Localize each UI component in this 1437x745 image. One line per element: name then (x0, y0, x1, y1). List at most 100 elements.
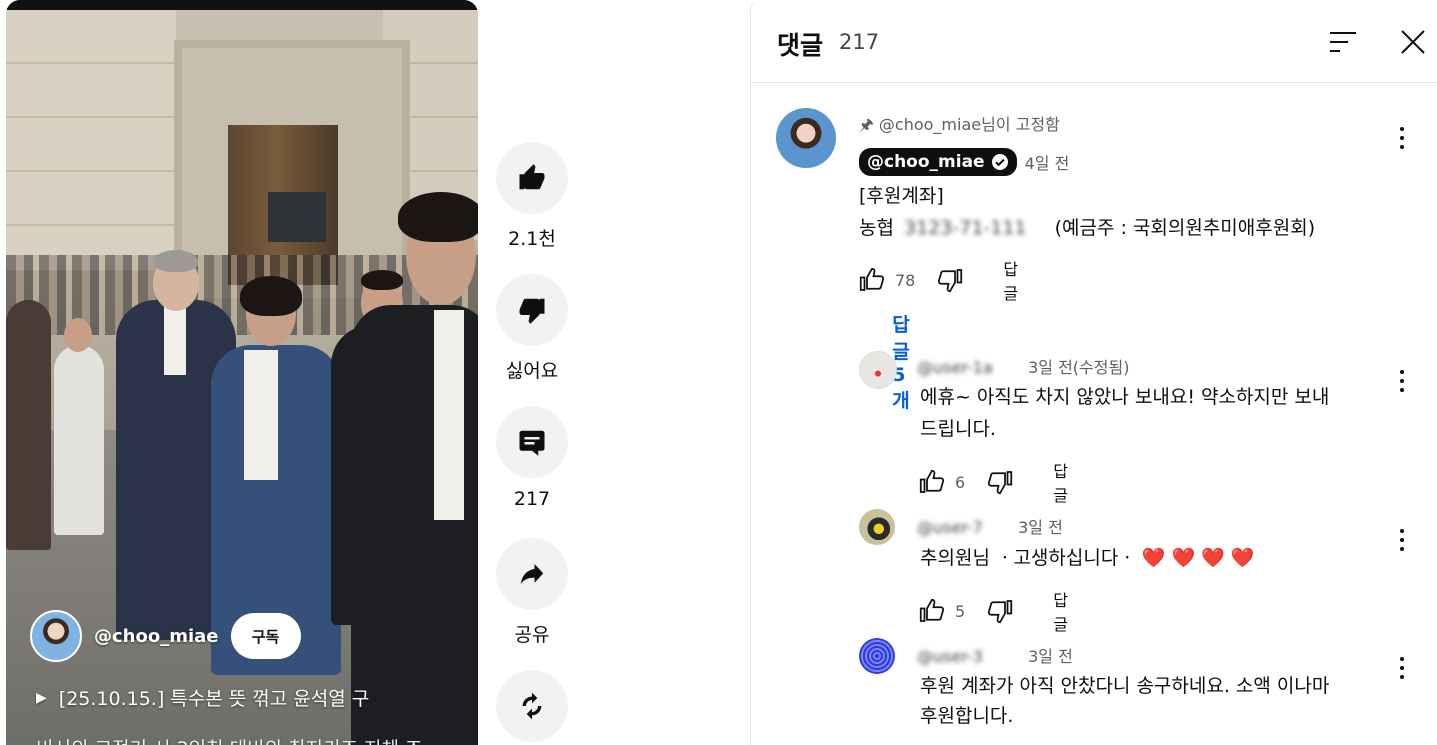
reply-text-line: 후원 계좌가 아직 안찼다니 송구하네요. 소액 이나마 (920, 675, 1330, 697)
video-player[interactable]: @choo_miae 구독 ▶ [25.10.15.] 특수본 뜻 꺾고 윤석열… (6, 0, 478, 745)
reply-toolbar: 5 답글 (917, 587, 1068, 635)
thumbs-down-outline-icon (988, 471, 1013, 495)
thumbs-up-outline-icon (859, 267, 885, 291)
comment-count: 217 (513, 488, 551, 510)
reply-reply-button[interactable]: 답글 (1053, 458, 1068, 506)
thumbs-down-outline-icon (988, 600, 1013, 624)
reply-more-button[interactable] (1396, 529, 1408, 551)
redacted-author[interactable]: @user-3 (917, 647, 1017, 666)
reply-reply-button[interactable]: 답글 (1053, 587, 1068, 635)
reply-time[interactable]: 3일 전 (1018, 518, 1063, 537)
reply-toolbar: 6 답글 (917, 458, 1068, 506)
comment-like-count: 78 (895, 270, 916, 290)
video-person-hair (240, 276, 302, 316)
reply-text-line: 추의원님 ㆍ고생하십니다ㆍ ❤️ ❤️ ❤️ ❤️ (920, 547, 1255, 569)
video-person-hair (398, 192, 478, 242)
reply-time[interactable]: 3일 전 (1028, 647, 1073, 666)
video-person (6, 300, 51, 550)
thumbs-up-outline-icon (919, 469, 945, 493)
verified-icon (991, 154, 1008, 170)
redacted-account-number: 3123-71-111 (904, 217, 1027, 239)
video-scene-screen (268, 192, 326, 242)
comments-title: 댓글 (777, 31, 824, 60)
comment-dislike-button[interactable] (935, 265, 965, 295)
sort-button[interactable] (1325, 24, 1361, 60)
comment-header: @choo_miae 4일 전 (859, 148, 1069, 176)
share-label: 공유 (514, 624, 550, 646)
reply-text-line: 후원합니다. (920, 705, 1014, 727)
like-button[interactable] (496, 142, 568, 214)
dislike-button[interactable] (496, 274, 568, 346)
author-badge[interactable]: @choo_miae (859, 148, 1017, 176)
like-action: 2.1천 (496, 142, 568, 251)
close-icon (1401, 30, 1425, 54)
close-button[interactable] (1395, 24, 1431, 60)
reply-like-button[interactable] (917, 467, 947, 497)
pinned-indicator: 🖈 @choo_miae님이 고정함 (859, 111, 1060, 141)
reply-avatar[interactable] (859, 638, 895, 674)
subscribe-button[interactable]: 구독 (230, 613, 301, 659)
comment-author: @choo_miae (867, 152, 985, 172)
comments-count: 217 (839, 30, 880, 54)
reply-time[interactable]: 3일 전(수정됨) (1028, 358, 1129, 377)
share-button[interactable] (496, 538, 568, 610)
thumbs-down-outline-icon (938, 269, 963, 293)
comment-toolbar: 78 답글 (857, 256, 1018, 304)
reply-dislike-button[interactable] (985, 596, 1015, 626)
comment-text-line: 농협 3123-71-111 (예금주 : 국회의원추미애후원회) (859, 212, 1315, 244)
video-description[interactable]: 비서의 교정기 시 3인칭 대비의 취지키즈 지체 조 (36, 734, 423, 745)
account-holder: (예금주 : 국회의원추미애후원회) (1054, 217, 1316, 239)
dislike-action: 싫어요 (496, 274, 568, 383)
video-person-hair (154, 250, 198, 272)
comment-avatar[interactable] (776, 108, 836, 168)
video-person-shirt (434, 310, 464, 520)
remix-action (496, 670, 568, 742)
comment-like-button[interactable] (857, 265, 887, 295)
comment-more-button[interactable] (1396, 127, 1408, 149)
channel-row: @choo_miae 구독 (30, 610, 301, 662)
share-icon (520, 564, 544, 584)
reply-more-button[interactable] (1396, 657, 1408, 679)
bank-name: 농협 (859, 217, 894, 239)
reply-like-button[interactable] (917, 596, 947, 626)
comment-icon (519, 430, 545, 456)
redacted-author[interactable]: @user-7 (917, 518, 1007, 537)
comments-header: 댓글 217 (751, 0, 1437, 83)
remix-icon (522, 692, 542, 720)
reply-more-button[interactable] (1396, 370, 1408, 392)
comment-reply-button[interactable]: 답글 (1003, 256, 1018, 304)
like-count: 2.1천 (508, 228, 556, 250)
thumbs-up-icon (519, 164, 545, 190)
reply-like-count: 5 (955, 601, 966, 621)
reply-header: @user-3 3일 전 (917, 643, 1073, 667)
comments-button[interactable] (496, 406, 568, 478)
video-person-shirt (244, 350, 278, 480)
video-person-shirt (164, 305, 186, 375)
redacted-author[interactable]: @user-1a (917, 358, 1017, 377)
video-person-hair (361, 270, 403, 290)
share-action: 공유 (496, 538, 568, 647)
channel-avatar[interactable] (30, 610, 82, 662)
reply-like-count: 6 (955, 472, 966, 492)
reply-avatar[interactable] (859, 509, 895, 545)
reply-avatar[interactable] (859, 351, 897, 389)
comment-text-line: [후원계좌] (859, 185, 944, 207)
video-top-edge (6, 0, 478, 10)
video-person (54, 345, 104, 535)
reply-header: @user-1a 3일 전(수정됨) (917, 354, 1129, 378)
comments-panel: 댓글 217 🖈 @choo_miae님이 고정함 @choo_miae 4일 … (750, 0, 1437, 745)
video-title[interactable]: ▶ [25.10.15.] 특수본 뜻 꺾고 윤석열 구 (36, 684, 369, 711)
video-title-text: [25.10.15.] 특수본 뜻 꺾고 윤석열 구 (58, 688, 370, 710)
remix-button[interactable] (496, 670, 568, 742)
thumbs-down-icon (519, 298, 545, 324)
comment-action: 217 (496, 406, 568, 510)
sort-icon (1330, 32, 1356, 52)
reply-text-line: 드립니다. (920, 418, 996, 440)
reply-header: @user-7 3일 전 (917, 514, 1063, 538)
pinned-by-text: @choo_miae님이 고정함 (878, 115, 1060, 134)
thumbs-up-outline-icon (919, 598, 945, 622)
channel-handle[interactable]: @choo_miae (94, 626, 219, 647)
video-person-head (64, 318, 92, 352)
reply-dislike-button[interactable] (985, 467, 1015, 497)
comment-time[interactable]: 4일 전 (1025, 150, 1070, 174)
